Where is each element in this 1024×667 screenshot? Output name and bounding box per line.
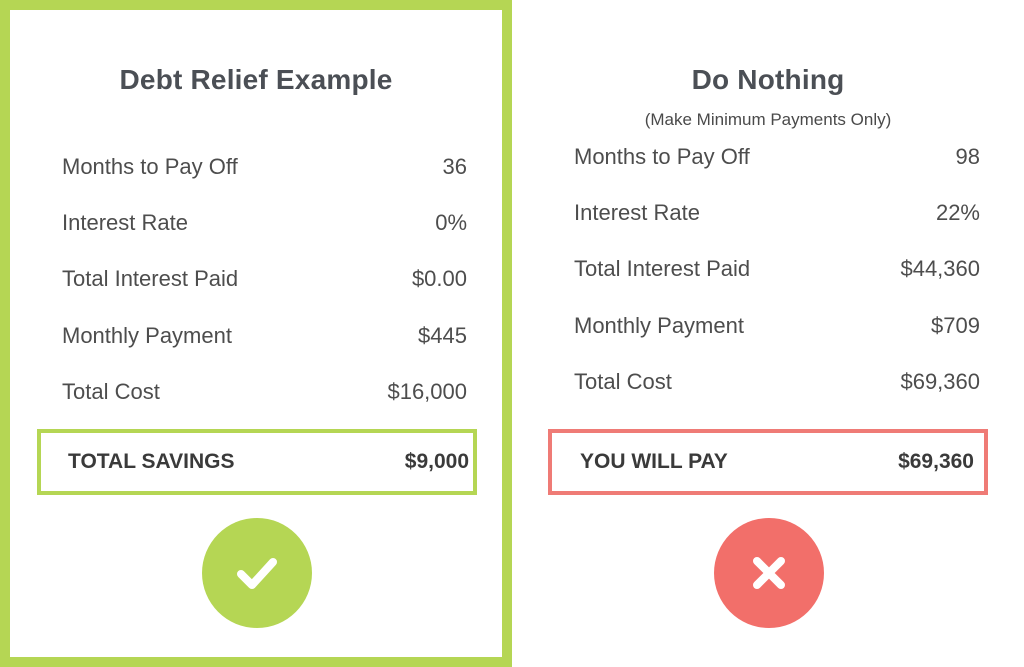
row-label: Total Cost: [62, 379, 160, 404]
row-value: 98: [955, 144, 980, 169]
table-row: Monthly Payment $445: [62, 321, 467, 351]
table-row: Monthly Payment $709: [574, 311, 980, 341]
summary-value: $69,360: [898, 450, 974, 473]
debt-relief-panel: Debt Relief Example Months to Pay Off 36…: [0, 0, 512, 667]
check-icon: [202, 518, 312, 628]
x-icon: [714, 518, 824, 628]
row-label: Interest Rate: [574, 200, 700, 225]
row-value: $445: [418, 323, 467, 348]
do-nothing-panel: Do Nothing (Make Minimum Payments Only) …: [512, 0, 1024, 667]
table-row: Months to Pay Off 36: [62, 152, 467, 182]
total-savings-box: TOTAL SAVINGS $9,000: [37, 429, 477, 495]
table-row: Total Cost $69,360: [574, 367, 980, 397]
summary-label: YOU WILL PAY: [580, 450, 728, 473]
row-label: Total Interest Paid: [62, 266, 239, 291]
panel-subtitle: (Make Minimum Payments Only): [644, 110, 892, 129]
row-value: $0.00: [411, 266, 467, 291]
table-row: Total Interest Paid $44,360: [574, 254, 980, 284]
summary-label: TOTAL SAVINGS: [68, 450, 235, 473]
row-value: $16,000: [387, 379, 467, 404]
table-row: Interest Rate 22%: [574, 198, 980, 228]
row-value: $709: [931, 313, 980, 338]
table-row: Total Interest Paid $0.00: [62, 264, 467, 294]
row-value: 22%: [935, 200, 980, 225]
panel-title: Do Nothing: [691, 64, 845, 95]
you-will-pay-box: YOU WILL PAY $69,360: [548, 429, 988, 495]
row-value: $69,360: [900, 369, 980, 394]
row-value: 0%: [435, 210, 467, 235]
row-label: Months to Pay Off: [574, 144, 750, 169]
row-label: Monthly Payment: [574, 313, 744, 338]
row-label: Total Cost: [574, 369, 672, 394]
table-row: Months to Pay Off 98: [574, 142, 980, 172]
table-row: Total Cost $16,000: [62, 377, 467, 407]
row-label: Months to Pay Off: [62, 154, 238, 179]
row-label: Interest Rate: [62, 210, 188, 235]
row-value: $44,360: [900, 256, 980, 281]
row-label: Total Interest Paid: [574, 256, 751, 281]
panel-title: Debt Relief Example: [119, 64, 393, 95]
summary-value: $9,000: [404, 450, 469, 473]
table-row: Interest Rate 0%: [62, 208, 467, 238]
row-label: Monthly Payment: [62, 323, 232, 348]
row-value: 36: [442, 154, 467, 179]
